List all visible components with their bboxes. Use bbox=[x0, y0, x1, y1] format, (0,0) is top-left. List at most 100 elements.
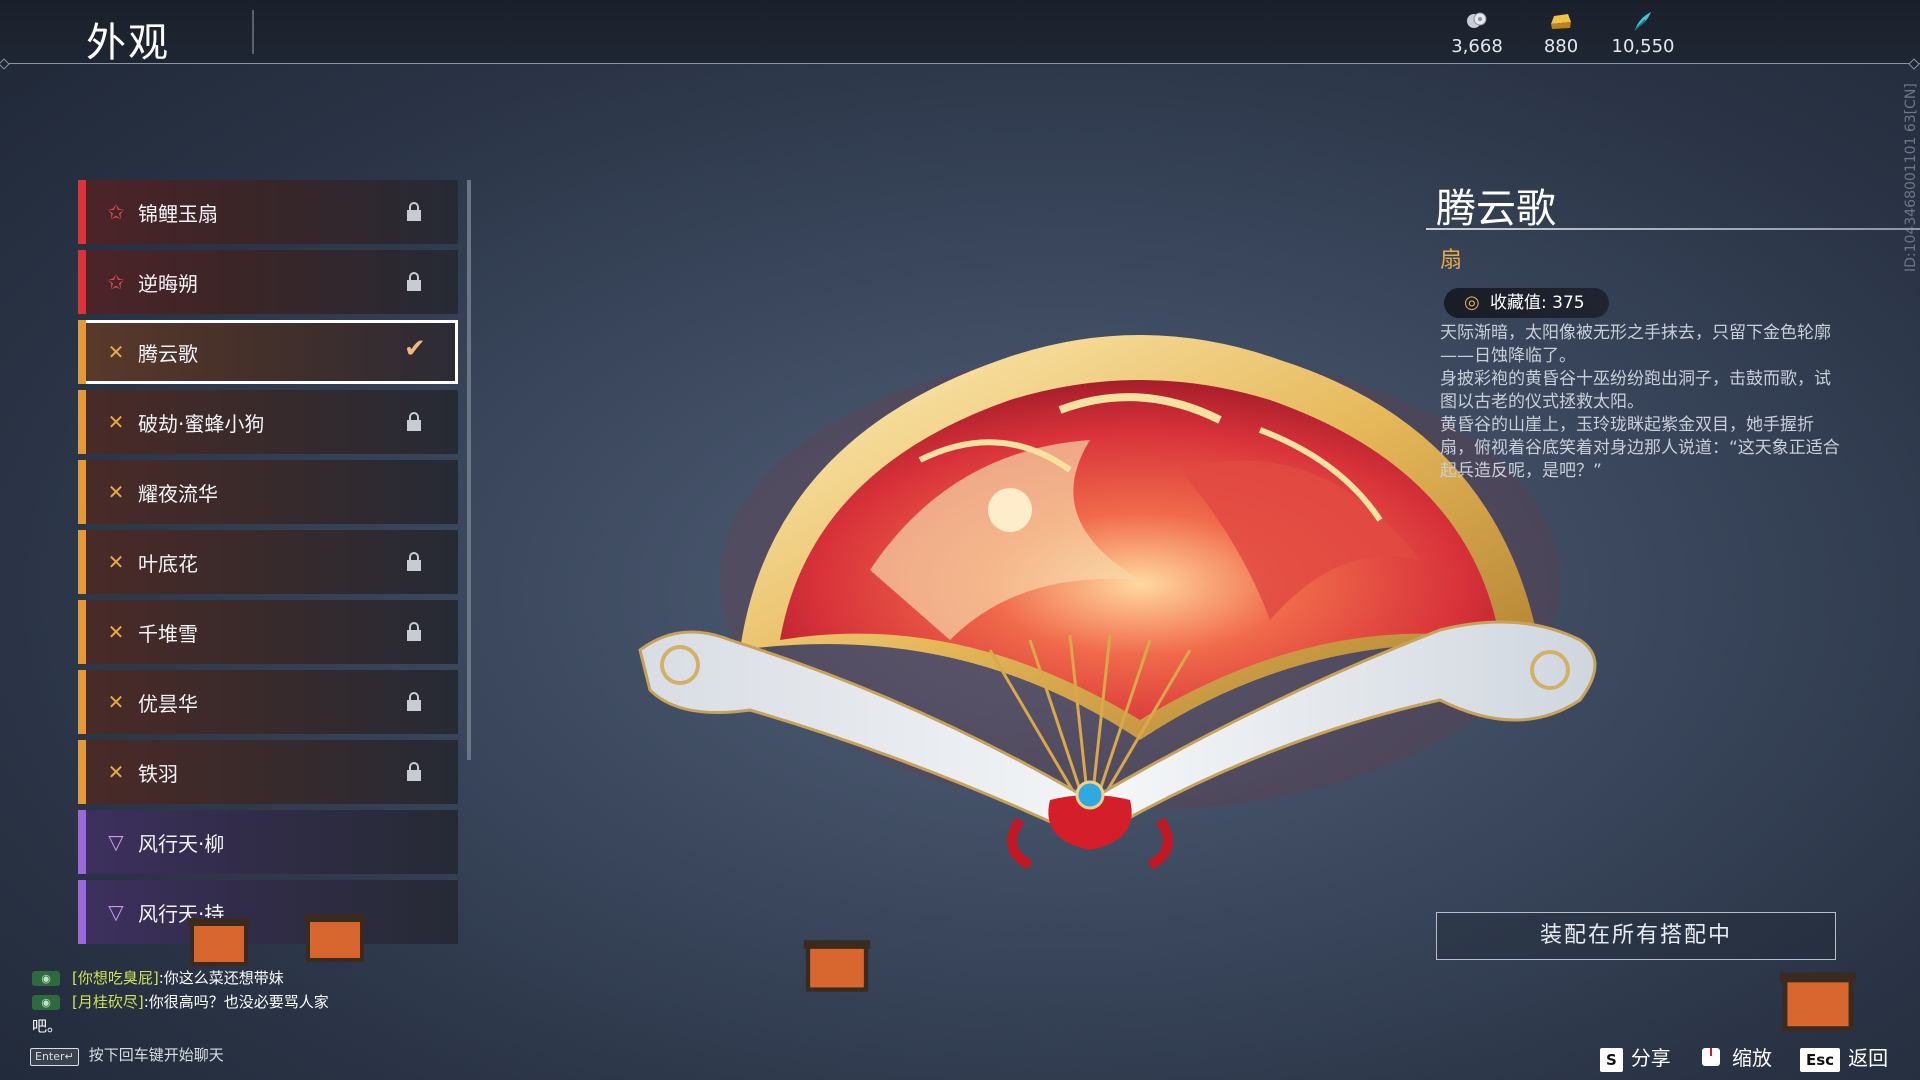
currency-coin: 3,668 bbox=[1432, 10, 1522, 57]
zoom-hint[interactable]: 缩放 bbox=[1698, 1042, 1772, 1073]
list-scrollbar[interactable] bbox=[467, 180, 471, 760]
lock-icon bbox=[407, 412, 421, 431]
currency-feather-value: 10,550 bbox=[1611, 36, 1675, 57]
list-item[interactable]: ✩ 锦鲤玉扇 bbox=[78, 180, 458, 244]
list-item[interactable]: ✕ 叶底花 bbox=[78, 530, 458, 594]
item-name: 腾云歌 bbox=[1436, 186, 1556, 232]
currency-gold-value: 880 bbox=[1543, 36, 1579, 57]
chat-text-continuation: 吧。 bbox=[32, 1017, 63, 1035]
gold-ingot-icon bbox=[1516, 10, 1606, 34]
chat-message: ◉ [月桂砍尽]:你很高吗？也没必要骂人家 bbox=[30, 990, 370, 1014]
description-paragraph: 黄昏谷的山崖上，玉玲珑眯起紫金双目，她手握折扇，俯视着谷底笑着对身边那人说道：“… bbox=[1440, 415, 1840, 481]
list-item[interactable]: ✕ 优昙华 bbox=[78, 670, 458, 734]
currency-gold: 880 bbox=[1516, 10, 1606, 57]
chat-panel: ◉ [你想吃臭屁]:你这么菜还想带妹 ◉ [月桂砍尽]:你很高吗？也没必要骂人家… bbox=[30, 966, 370, 1038]
list-item-label: 破劫·蜜蜂小狗 bbox=[138, 412, 265, 436]
purple-quality-icon: ▽ bbox=[108, 830, 124, 854]
appearance-list: ✩ 锦鲤玉扇 ✩ 逆晦朔 ✕ 腾云歌 ✔ ✕ 破劫·蜜蜂小狗 ✕ 耀夜流华 ✕ … bbox=[78, 180, 462, 960]
purple-quality-icon: ▽ bbox=[108, 900, 124, 924]
back-hint[interactable]: Esc 返回 bbox=[1800, 1042, 1888, 1072]
player-id: ID:1043468001101 63[CN] bbox=[1903, 83, 1919, 272]
share-hint[interactable]: S 分享 bbox=[1600, 1042, 1671, 1072]
list-item-selected[interactable]: ✕ 腾云歌 ✔ bbox=[78, 320, 458, 384]
zoom-label: 缩放 bbox=[1732, 1046, 1772, 1070]
orange-quality-icon: ✕ bbox=[107, 480, 125, 504]
collection-icon: ◎ bbox=[1464, 292, 1480, 313]
list-item[interactable]: ▽ 风行天·持 bbox=[78, 880, 458, 944]
world-channel-icon: ◉ bbox=[32, 971, 60, 986]
quality-bar bbox=[78, 670, 86, 734]
star-icon: ✩ bbox=[107, 200, 125, 224]
orange-quality-icon: ✕ bbox=[107, 410, 125, 434]
quality-bar bbox=[78, 810, 86, 874]
title-divider bbox=[252, 10, 254, 54]
list-item[interactable]: ✕ 铁羽 bbox=[78, 740, 458, 804]
enter-key-icon: Enter↵ bbox=[30, 1048, 79, 1066]
esc-key-icon: Esc bbox=[1800, 1047, 1841, 1072]
page-title: 外观 bbox=[86, 20, 170, 66]
quality-bar bbox=[78, 880, 86, 944]
orange-quality-icon: ✕ bbox=[107, 760, 125, 784]
lantern-image bbox=[1780, 972, 1856, 1032]
list-item-label: 耀夜流华 bbox=[138, 482, 218, 506]
list-item[interactable]: ✕ 耀夜流华 bbox=[78, 460, 458, 524]
list-item[interactable]: ✕ 千堆雪 bbox=[78, 600, 458, 664]
orange-quality-icon: ✕ bbox=[107, 340, 125, 364]
collection-value: 收藏值: 375 bbox=[1490, 293, 1585, 313]
collection-value-badge: ◎ 收藏值: 375 bbox=[1444, 288, 1609, 318]
quality-bar bbox=[78, 740, 86, 804]
list-item-label: 锦鲤玉扇 bbox=[138, 202, 218, 226]
coin-icon bbox=[1432, 10, 1522, 34]
lock-icon bbox=[407, 202, 421, 221]
list-item-label: 千堆雪 bbox=[138, 622, 198, 646]
list-item[interactable]: ✕ 破劫·蜜蜂小狗 bbox=[78, 390, 458, 454]
mouse-icon bbox=[1698, 1046, 1724, 1073]
description-paragraph: 身披彩袍的黄昏谷十巫纷纷跑出洞子，击鼓而歌，试图以古老的仪式拯救太阳。 bbox=[1440, 369, 1831, 412]
currency-feather: 10,550 bbox=[1598, 10, 1688, 57]
chat-text: :你这么菜还想带妹 bbox=[158, 969, 284, 987]
share-label: 分享 bbox=[1630, 1046, 1671, 1070]
orange-quality-icon: ✕ bbox=[107, 620, 125, 644]
item-type: 扇 bbox=[1440, 248, 1463, 273]
list-item[interactable]: ▽ 风行天·柳 bbox=[78, 810, 458, 874]
lock-icon bbox=[407, 692, 421, 711]
lantern-image bbox=[803, 940, 871, 992]
chat-input-hint[interactable]: Enter↵ 按下回车键开始聊天 bbox=[30, 1044, 224, 1066]
quality-bar bbox=[78, 530, 86, 594]
quality-bar bbox=[78, 320, 86, 384]
equip-all-button[interactable]: 装配在所有搭配中 bbox=[1436, 912, 1836, 960]
top-bar: 外观 3,668 880 10,550 bbox=[0, 0, 1920, 66]
list-item[interactable]: ✩ 逆晦朔 bbox=[78, 250, 458, 314]
check-icon: ✔ bbox=[404, 334, 426, 364]
list-item-label: 叶底花 bbox=[138, 552, 198, 576]
chat-sender[interactable]: [月桂砍尽] bbox=[72, 993, 144, 1011]
star-icon: ✩ bbox=[107, 270, 125, 294]
lock-icon bbox=[407, 272, 421, 291]
currency-coin-value: 3,668 bbox=[1451, 36, 1503, 57]
quality-bar bbox=[78, 600, 86, 664]
quality-bar bbox=[78, 460, 86, 524]
lock-icon bbox=[407, 622, 421, 641]
list-item-label: 腾云歌 bbox=[138, 342, 198, 366]
list-item-label: 铁羽 bbox=[138, 762, 178, 786]
chat-text: :你很高吗？也没必要骂人家 bbox=[143, 993, 329, 1011]
quality-bar bbox=[78, 250, 86, 314]
list-item-label: 风行天·柳 bbox=[138, 832, 225, 856]
chat-sender[interactable]: [你想吃臭屁] bbox=[72, 969, 159, 987]
chat-message: ◉ [你想吃臭屁]:你这么菜还想带妹 bbox=[30, 966, 370, 990]
description-paragraph: 天际渐暗，太阳像被无形之手抹去，只留下金色轮廓——日蚀降临了。 bbox=[1440, 323, 1831, 366]
list-item-label: 优昙华 bbox=[138, 692, 198, 716]
lantern-image bbox=[188, 918, 250, 966]
orange-quality-icon: ✕ bbox=[107, 550, 125, 574]
world-channel-icon: ◉ bbox=[32, 995, 60, 1010]
quality-bar bbox=[78, 180, 86, 244]
orange-quality-icon: ✕ bbox=[107, 690, 125, 714]
lock-icon bbox=[407, 762, 421, 781]
item-description: 天际渐暗，太阳像被无形之手抹去，只留下金色轮廓——日蚀降临了。 身披彩袍的黄昏谷… bbox=[1440, 322, 1840, 483]
lock-icon bbox=[407, 552, 421, 571]
back-label: 返回 bbox=[1848, 1046, 1889, 1070]
title-underline bbox=[1426, 228, 1920, 230]
feather-icon bbox=[1598, 10, 1688, 34]
s-key-icon: S bbox=[1600, 1047, 1623, 1072]
chat-hint-text: 按下回车键开始聊天 bbox=[88, 1046, 224, 1064]
